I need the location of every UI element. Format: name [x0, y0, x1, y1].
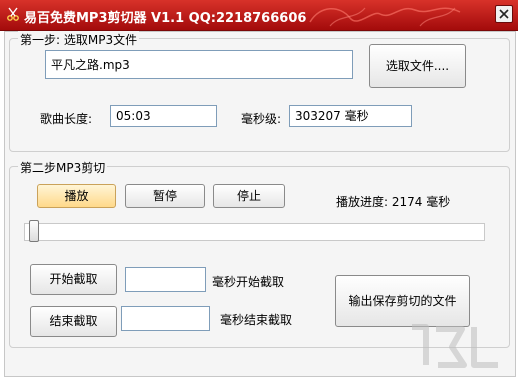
start-cut-label: 开始截取 — [49, 272, 98, 286]
playback-slider-track[interactable] — [24, 223, 485, 241]
watermark-logo — [412, 324, 498, 368]
song-length-field[interactable]: 05:03 — [110, 105, 217, 127]
title-ornament — [309, 7, 461, 27]
close-icon — [499, 9, 509, 19]
ms-label: 毫秒级: — [241, 112, 282, 126]
save-output-label: 输出保存剪切的文件 — [348, 294, 457, 308]
browse-file-button[interactable]: 选取文件.... — [369, 44, 466, 88]
start-cut-button[interactable]: 开始截取 — [30, 264, 117, 295]
playback-progress-text: 播放进度: 2174 毫秒 — [336, 195, 451, 209]
file-path-field[interactable]: 平凡之路.mp3 — [45, 50, 353, 79]
pause-label: 暂停 — [152, 189, 177, 203]
app-window: 易百免费MP3剪切器 V1.1 QQ:2218766606 第一步: 选取MP3… — [0, 0, 518, 379]
pause-button[interactable]: 暂停 — [125, 184, 205, 208]
playback-slider-thumb[interactable] — [29, 220, 40, 242]
step1-legend: 第一步: 选取MP3文件 — [18, 31, 140, 48]
title-bar[interactable]: 易百免费MP3剪切器 V1.1 QQ:2218766606 — [0, 0, 518, 31]
start-cut-unit-label: 毫秒开始截取 — [212, 275, 285, 289]
stop-label: 停止 — [236, 189, 261, 203]
close-button[interactable] — [495, 5, 513, 23]
step2-legend: 第二步MP3剪切 — [18, 159, 108, 176]
end-cut-unit-label: 毫秒结束截取 — [220, 313, 293, 327]
end-cut-field[interactable] — [121, 306, 210, 331]
play-button[interactable]: 播放 — [37, 184, 116, 208]
start-cut-field[interactable] — [125, 267, 206, 292]
window-title: 易百免费MP3剪切器 V1.1 QQ:2218766606 — [24, 11, 307, 26]
end-cut-button[interactable]: 结束截取 — [30, 306, 117, 337]
browse-file-label: 选取文件.... — [385, 59, 450, 73]
stop-button[interactable]: 停止 — [213, 184, 285, 208]
scissors-icon — [7, 7, 19, 21]
ms-field[interactable]: 303207 毫秒 — [289, 105, 412, 127]
play-label: 播放 — [64, 189, 89, 203]
song-length-label: 歌曲长度: — [40, 112, 93, 126]
end-cut-label: 结束截取 — [49, 314, 98, 328]
